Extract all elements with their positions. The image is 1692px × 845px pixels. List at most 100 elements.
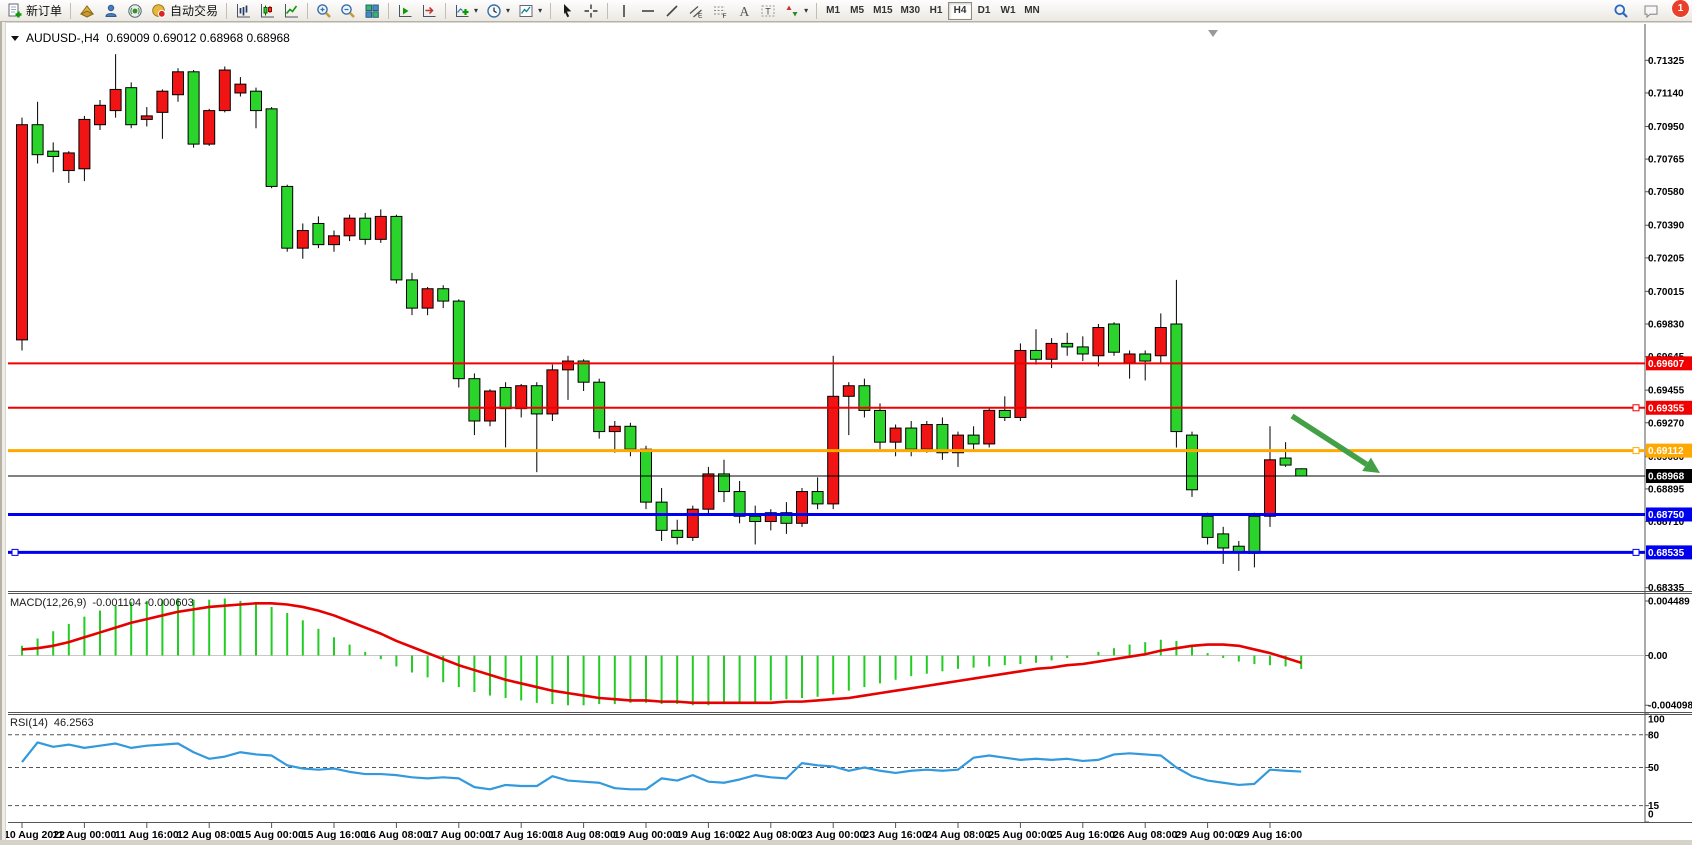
- window-left-border: [0, 22, 6, 845]
- mql5-community-button[interactable]: [99, 1, 123, 21]
- vertical-line-button[interactable]: [612, 1, 636, 21]
- chart-shift-marker[interactable]: [1208, 30, 1218, 37]
- toolbar-right: 1: [1609, 1, 1689, 21]
- cursor-button[interactable]: [555, 1, 579, 21]
- zoom-in-button[interactable]: [312, 1, 336, 21]
- arrows-button[interactable]: ▾: [780, 1, 812, 21]
- macd-label-row: MACD(12,26,9) -0.001104 -0.000603: [10, 597, 194, 609]
- text-label-button[interactable]: T: [756, 1, 780, 21]
- ohlc-values: 0.69009 0.69012 0.68968 0.68968: [106, 31, 290, 45]
- new-order-icon: [7, 3, 23, 19]
- toolbar-separator: [70, 3, 71, 19]
- dropdown-caret-icon: ▾: [538, 6, 542, 15]
- rsi-label-row: RSI(14) 46.2563: [10, 717, 94, 729]
- rsi-indicator-label: RSI(14): [10, 717, 48, 729]
- line-chart-icon: [283, 3, 299, 19]
- toolbar-separator: [226, 3, 227, 19]
- text-label-icon: T: [760, 3, 776, 19]
- horizontal-line-icon: [640, 3, 656, 19]
- symbol-period-label[interactable]: AUDUSD-,H4: [26, 31, 99, 45]
- symbol-dropdown-icon[interactable]: [11, 36, 19, 41]
- new-order-button[interactable]: 新订单: [3, 1, 66, 21]
- chart-canvas[interactable]: 0.713250.711400.709500.707650.705800.703…: [0, 0, 1692, 845]
- timeframe-h1-button[interactable]: H1: [924, 2, 948, 20]
- line-chart-mode-button[interactable]: [279, 1, 303, 21]
- timeframe-m1-button[interactable]: M1: [821, 2, 845, 20]
- notification-badge[interactable]: 1: [1672, 0, 1689, 17]
- timeframe-h4-button[interactable]: H4: [948, 2, 972, 20]
- autotrading-button[interactable]: 自动交易: [147, 1, 222, 21]
- zoom-out-button[interactable]: [336, 1, 360, 21]
- svg-text:-0.004098: -0.004098: [1648, 701, 1692, 712]
- svg-text:0.00: 0.00: [1648, 651, 1668, 662]
- templates-button[interactable]: ▾: [514, 1, 546, 21]
- svg-text:100: 100: [1648, 715, 1665, 726]
- svg-text:0.68968: 0.68968: [1648, 472, 1685, 483]
- bar-chart-icon: [235, 3, 251, 19]
- zoom-in-icon: [316, 3, 332, 19]
- search-button[interactable]: [1609, 1, 1633, 21]
- market-sounds-button[interactable]: [123, 1, 147, 21]
- pivot-line[interactable]: [8, 448, 1645, 454]
- tile-windows-icon: [364, 3, 380, 19]
- trendline-icon: [664, 3, 680, 19]
- periods-button[interactable]: ▾: [482, 1, 514, 21]
- metaeditor-button[interactable]: [75, 1, 99, 21]
- bar-chart-mode-button[interactable]: [231, 1, 255, 21]
- support-line-2[interactable]: [8, 549, 1645, 555]
- macd-panel[interactable]: 0.004489 0.00 -0.004098: [8, 597, 1692, 712]
- timeframe-mn-button[interactable]: MN: [1020, 2, 1044, 20]
- dropdown-caret-icon: ▾: [474, 6, 478, 15]
- svg-text:0.68895: 0.68895: [1648, 484, 1685, 495]
- svg-text:0.70390: 0.70390: [1648, 221, 1685, 232]
- trendline-button[interactable]: [660, 1, 684, 21]
- toolbar-separator: [816, 3, 817, 19]
- fibonacci-button[interactable]: F: [708, 1, 732, 21]
- timeframe-m15-button[interactable]: M15: [869, 2, 896, 20]
- timeframe-d1-button[interactable]: D1: [972, 2, 996, 20]
- horizontal-line-button[interactable]: [636, 1, 660, 21]
- community-icon: [103, 3, 119, 19]
- svg-text:0.68335: 0.68335: [1648, 583, 1685, 594]
- chart-shift-icon: [421, 3, 437, 19]
- svg-text:0.69455: 0.69455: [1648, 386, 1685, 397]
- zoom-out-icon: [340, 3, 356, 19]
- notifications-button[interactable]: [1639, 1, 1663, 21]
- equidistant-channel-button[interactable]: E: [684, 1, 708, 21]
- chat-icon: [1643, 3, 1659, 19]
- svg-text:0.69355: 0.69355: [1648, 403, 1685, 414]
- rsi-panel[interactable]: 1008050150: [8, 713, 1665, 822]
- svg-text:50: 50: [1648, 763, 1660, 774]
- crosshair-button[interactable]: [579, 1, 603, 21]
- candles-series: [17, 54, 1307, 571]
- macd-indicator-values: -0.001104 -0.000603: [92, 597, 193, 609]
- svg-text:0.004489: 0.004489: [1648, 597, 1690, 608]
- tile-windows-button[interactable]: [360, 1, 384, 21]
- auto-scroll-button[interactable]: [393, 1, 417, 21]
- rsi-line: [22, 742, 1301, 789]
- toolbar-separator: [445, 3, 446, 19]
- chart-frame: [0, 22, 1692, 823]
- text-button[interactable]: A: [732, 1, 756, 21]
- svg-text:F: F: [723, 13, 727, 19]
- svg-text:A: A: [740, 4, 750, 19]
- timeframe-m30-button[interactable]: M30: [897, 2, 924, 20]
- resistance-line-2[interactable]: [8, 405, 1645, 411]
- timeframe-m5-button[interactable]: M5: [845, 2, 869, 20]
- svg-text:0.68535: 0.68535: [1648, 548, 1685, 559]
- indicators-button[interactable]: ▾: [450, 1, 482, 21]
- toolbar-separator: [607, 3, 608, 19]
- svg-text:0.71325: 0.71325: [1648, 56, 1685, 67]
- search-icon: [1613, 3, 1629, 19]
- text-icon: A: [736, 3, 752, 19]
- trend-arrow-annotation[interactable]: [1292, 416, 1380, 473]
- window-bottom-border: [0, 840, 1692, 845]
- timeframe-w1-button[interactable]: W1: [996, 2, 1020, 20]
- svg-text:0.69830: 0.69830: [1648, 320, 1685, 331]
- template-icon: [518, 3, 534, 19]
- candlestick-mode-button[interactable]: [255, 1, 279, 21]
- toolbar: 新订单自动交易▾▾▾EFAT▾M1M5M15M30H1H4D1W1MN1: [0, 0, 1692, 22]
- svg-text:0.69607: 0.69607: [1648, 359, 1685, 370]
- toolbar-separator: [307, 3, 308, 19]
- chart-shift-button[interactable]: [417, 1, 441, 21]
